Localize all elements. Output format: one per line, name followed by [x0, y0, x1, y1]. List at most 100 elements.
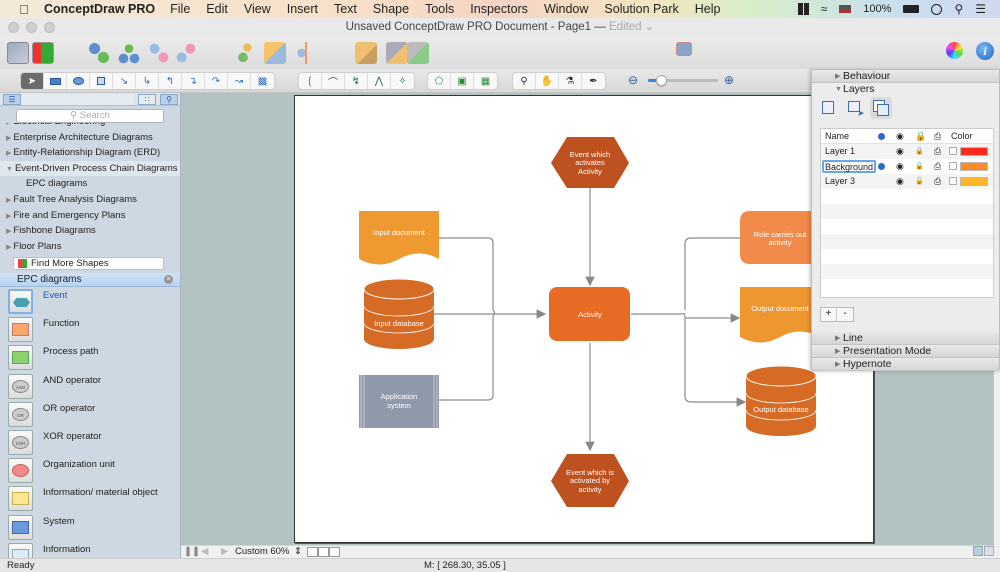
spline-tool-icon[interactable]: ⋀ — [368, 73, 391, 89]
visible-icon[interactable]: ◉ — [896, 144, 904, 159]
edited-indicator[interactable]: Edited ⌄ — [609, 21, 654, 33]
chain-connector-icon[interactable]: ↝ — [228, 73, 251, 89]
shape-item-organization-unit[interactable]: Organization unit — [0, 457, 180, 485]
ellipse-tool-icon[interactable] — [67, 73, 90, 89]
spotlight-icon[interactable]: ⚲ — [954, 2, 963, 16]
page-thumbnails[interactable] — [307, 547, 340, 557]
layer-color-swatch[interactable] — [960, 177, 988, 186]
menu-inspectors[interactable]: Inspectors — [470, 2, 528, 16]
and-operator-shape-icon[interactable]: AND — [8, 373, 33, 399]
info-icon[interactable]: i — [976, 42, 994, 60]
menu-solution-park[interactable]: Solution Park — [604, 2, 678, 16]
close-window-button[interactable] — [8, 22, 19, 33]
tree-item[interactable]: ▶ Entity-Relationship Diagram (ERD) — [0, 145, 180, 161]
pause-icon[interactable]: ❚❚ — [184, 546, 200, 558]
shape-item-event[interactable]: Event — [0, 288, 180, 316]
tree-item[interactable]: ▶ Fault Tree Analysis Diagrams — [0, 192, 180, 208]
tree-item[interactable]: ▶ Fishbone Diagrams — [0, 223, 180, 239]
layer-color-swatch[interactable] — [960, 147, 988, 156]
menu-text[interactable]: Text — [334, 2, 357, 16]
window-manager-icon[interactable] — [797, 3, 809, 15]
flag-icon[interactable] — [839, 5, 852, 13]
menu-app-name[interactable]: ConceptDraw PRO — [44, 2, 155, 16]
arc-tool-icon[interactable]: ⌒ — [322, 73, 345, 89]
fit-page-icon[interactable] — [973, 546, 983, 556]
apple-menu-icon[interactable]:  — [16, 2, 32, 17]
notification-center-icon[interactable]: ☰ — [975, 2, 986, 16]
snapshot-icon[interactable] — [676, 42, 692, 56]
tree-item[interactable]: ▶ Enterprise Architecture Diagrams — [0, 130, 180, 146]
disclosure-closed-icon[interactable]: ▶ — [6, 150, 11, 157]
layer-row[interactable]: Layer 3 ◉ 🔓 ⎙ — [821, 174, 993, 189]
flowchart-layout-icon[interactable] — [175, 42, 197, 64]
find-more-shapes-button[interactable]: Find More Shapes — [13, 257, 164, 270]
menu-file[interactable]: File — [170, 2, 190, 16]
insert-object-icon[interactable]: ▩ — [251, 73, 274, 89]
layer-color-swatch[interactable] — [960, 162, 988, 171]
unlock-icon[interactable]: 🔓 — [915, 174, 924, 189]
library-search-input[interactable]: ⚲ Search — [16, 109, 164, 123]
menu-tools[interactable]: Tools — [425, 2, 454, 16]
menu-shape[interactable]: Shape — [373, 2, 409, 16]
direct-connector-icon[interactable]: ↘ — [113, 73, 136, 89]
menu-edit[interactable]: Edit — [206, 2, 228, 16]
disclosure-closed-icon[interactable]: ▶ — [6, 244, 11, 251]
section-line[interactable]: ▶ Line — [812, 332, 999, 345]
line-tool-icon[interactable]: ❲ — [299, 73, 322, 89]
layer-select-tab-icon[interactable]: ➤ — [844, 97, 866, 119]
library-tree-icon[interactable]: ☰ — [3, 94, 21, 105]
shape-item-system[interactable]: System — [0, 514, 180, 542]
print-icon[interactable]: ⎙ — [934, 174, 941, 189]
freehand-tool-icon[interactable]: ✧ — [391, 73, 414, 89]
round-connector-icon[interactable]: ↴ — [182, 73, 205, 89]
zoom-window-button[interactable] — [44, 22, 55, 33]
information-object-shape-icon[interactable] — [8, 486, 33, 512]
xor-operator-shape-icon[interactable]: XOR — [8, 429, 33, 455]
shape-item-and-operator[interactable]: AND AND operator — [0, 373, 180, 401]
previous-page-icon[interactable]: ◀ — [201, 546, 208, 558]
layer-name-input[interactable]: Background — [822, 160, 877, 173]
tree-item[interactable]: ▶ Fire and Emergency Plans — [0, 208, 180, 224]
layer-checkbox[interactable] — [949, 147, 957, 155]
rectangle-tool-icon[interactable] — [44, 73, 67, 89]
intersect-tool-icon[interactable]: ▦ — [474, 73, 497, 89]
print-icon[interactable]: ⎙ — [934, 159, 941, 174]
unlock-icon[interactable]: 🔓 — [915, 159, 924, 174]
next-page-icon[interactable]: ▶ — [221, 546, 228, 558]
library-filter-input[interactable] — [22, 94, 134, 105]
library-search-icon[interactable]: ⚲ — [160, 94, 178, 105]
connect-shapes-icon[interactable] — [232, 42, 254, 64]
shape-item-function[interactable]: Function — [0, 316, 180, 344]
process-path-shape-icon[interactable] — [8, 345, 33, 371]
current-layer-icon[interactable] — [878, 163, 885, 170]
library-header[interactable]: EPC diagrams × — [0, 273, 180, 287]
hierarchy-icon[interactable] — [148, 42, 170, 64]
drawing-page[interactable]: Event which activates Activity Input docum… — [294, 95, 874, 543]
text-box-tool-icon[interactable] — [90, 73, 113, 89]
tree-item[interactable]: ▶Electrical Engineering — [0, 123, 180, 130]
close-library-icon[interactable]: × — [164, 275, 173, 284]
zoom-select[interactable]: Custom 60% ⇕ — [233, 546, 305, 558]
visible-icon[interactable]: ◉ — [896, 174, 904, 189]
align-icon[interactable] — [295, 42, 317, 64]
remove-layer-button[interactable]: - — [837, 308, 853, 321]
menu-insert[interactable]: Insert — [287, 2, 318, 16]
print-icon[interactable]: ⎙ — [934, 144, 941, 159]
layer-checkbox[interactable] — [949, 162, 957, 170]
layer-checkbox[interactable] — [949, 177, 957, 185]
event-shape-icon[interactable] — [8, 289, 33, 314]
send-to-back-icon[interactable] — [386, 42, 408, 64]
shape-item-information-object[interactable]: Information/ material object — [0, 485, 180, 513]
zoom-slider-knob[interactable] — [656, 75, 667, 86]
eyedropper-tool-icon[interactable]: ✒ — [582, 73, 605, 89]
color-wheel-icon[interactable] — [946, 42, 963, 59]
zoom-out-icon[interactable]: ⊖ — [628, 73, 638, 87]
section-presentation-mode[interactable]: ▶ Presentation Mode — [812, 345, 999, 358]
shape-item-xor-operator[interactable]: XOR XOR operator — [0, 429, 180, 457]
bring-to-front-icon[interactable] — [355, 42, 377, 64]
menu-window[interactable]: Window — [544, 2, 588, 16]
time-machine-icon[interactable] — [931, 3, 943, 15]
minimize-window-button[interactable] — [26, 22, 37, 33]
stamp-tool-icon[interactable]: ⚗ — [559, 73, 582, 89]
wifi-icon[interactable]: ≈ — [821, 2, 828, 16]
